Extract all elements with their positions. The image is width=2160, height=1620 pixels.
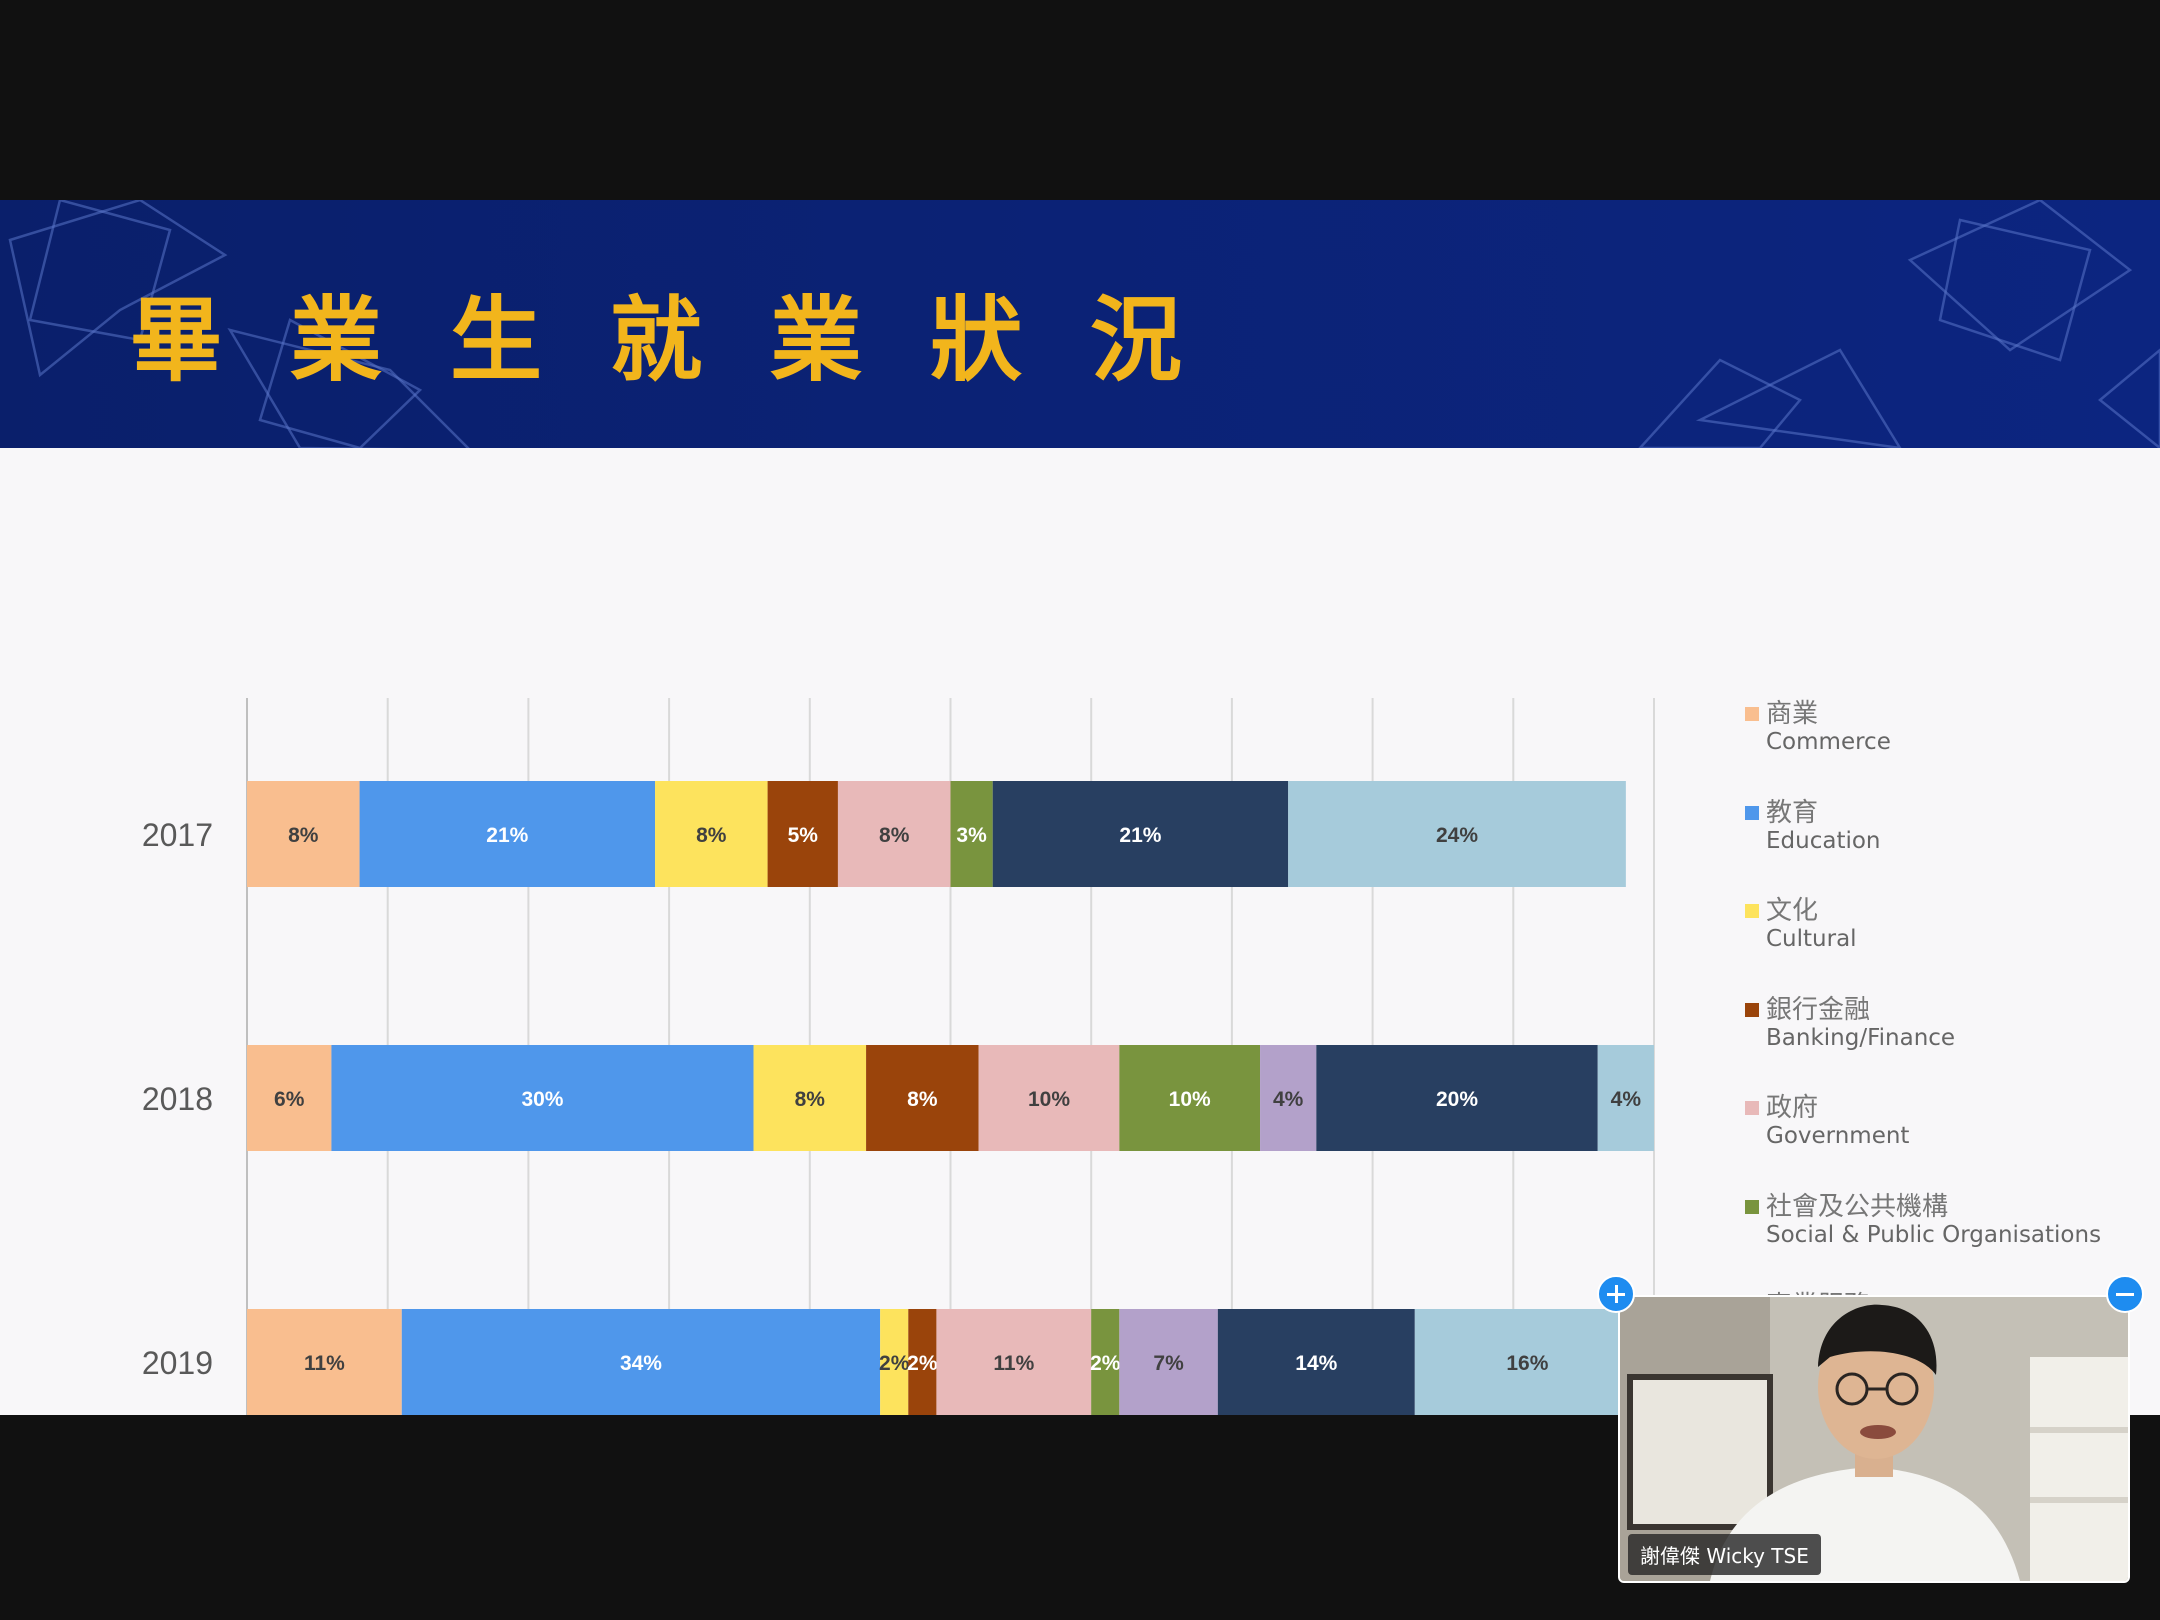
legend-item: 政府 Government [1745,1087,2125,1186]
data-label: 2% [907,1352,938,1375]
legend-label-en: Cultural [1766,926,1857,953]
data-label: 8% [696,824,727,847]
data-label: 10% [1169,1088,1211,1111]
legend-swatch [1745,1101,1759,1116]
data-label: 5% [788,824,819,847]
data-label: 20% [1436,1088,1478,1111]
legend-label-en: Banking/Finance [1766,1024,1956,1051]
legend-label-zh: 教育 [1766,797,1819,828]
presentation-slide: 畢業生就業狀況 0%10%20%30%40%50%60%70%80%90%201… [0,200,2160,1415]
legend-label-zh: 文化 [1766,896,1819,927]
data-label: 10% [1028,1088,1070,1111]
legend-label-en: Education [1766,827,1881,854]
data-label: 8% [907,1088,938,1111]
video-tile[interactable]: 謝偉傑 Wicky TSE [1618,1295,2130,1583]
data-label: 11% [304,1352,345,1375]
data-label: 8% [288,824,319,847]
legend-item: 商業 Commerce [1745,693,2125,792]
participant-name-label: 謝偉傑 Wicky TSE [1628,1534,1821,1575]
legend-swatch [1745,904,1759,919]
slide-title: 畢業生就業狀況 [130,286,1251,394]
data-label: 4% [1611,1088,1642,1111]
legend-swatch [1745,1002,1759,1017]
data-label: 2% [879,1352,910,1375]
data-label: 34% [620,1352,662,1375]
category-label: 2019 [142,1345,213,1381]
legend-swatch [1745,1199,1759,1214]
legend-item: 社會及公共機構 Social & Public Organisations [1745,1186,2125,1285]
zoom-in-button[interactable] [1597,1275,1635,1313]
data-label: 8% [795,1088,826,1111]
data-label: 4% [1273,1088,1304,1111]
legend-item: 銀行金融 Banking/Finance [1745,989,2125,1088]
legend-label-zh: 社會及公共機構 [1766,1191,1949,1222]
data-label: 11% [993,1352,1034,1375]
legend-label-en: Social & Public Organisations [1766,1221,2102,1248]
legend-swatch [1745,805,1759,820]
legend-item: 教育 Education [1745,792,2125,891]
data-label: 3% [956,824,987,847]
category-label: 2017 [142,817,213,853]
legend-label-en: Commerce [1766,729,1891,755]
legend-label-zh: 銀行金融 [1766,994,1871,1025]
category-label: 2018 [142,1081,213,1117]
legend-label-en: Government [1766,1123,1910,1150]
data-label: 8% [879,824,910,847]
title-banner: 畢業生就業狀況 [0,200,2160,448]
legend-label-zh: 政府 [1766,1093,1819,1124]
zoom-out-button[interactable] [2106,1275,2144,1313]
legend-swatch [1745,707,1759,721]
minus-icon [2116,1293,2134,1296]
data-label: 21% [1119,824,1161,847]
plus-icon-stroke [1615,1285,1618,1303]
data-label: 2% [1090,1352,1121,1375]
data-label: 21% [486,824,528,847]
data-label: 7% [1153,1352,1184,1375]
data-label: 30% [521,1088,563,1111]
data-label: 24% [1436,824,1478,847]
data-label: 6% [274,1088,305,1111]
legend-item: 文化 Cultural [1745,890,2125,989]
data-label: 16% [1506,1352,1548,1375]
legend-label-zh: 商業 [1766,699,1819,729]
data-label: 14% [1295,1352,1337,1375]
